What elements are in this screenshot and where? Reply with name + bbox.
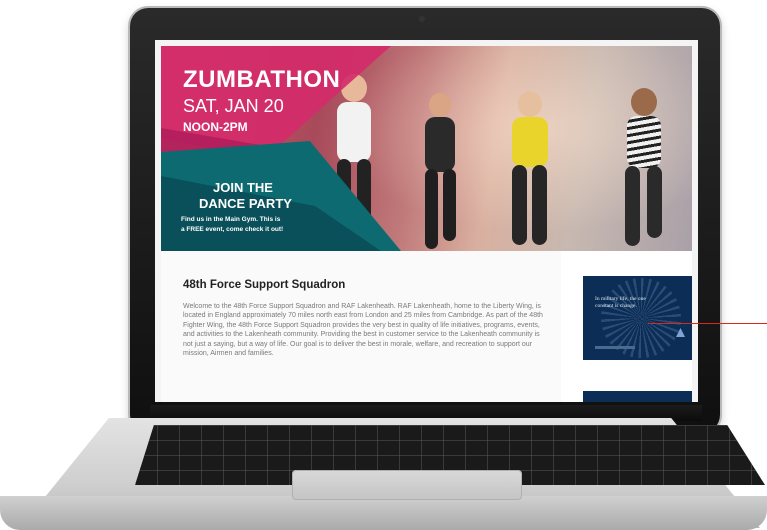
- sidebar-ad-banner-2[interactable]: [583, 391, 692, 402]
- ad-footer-bar: [595, 346, 635, 349]
- trackpad: [292, 470, 522, 500]
- sidebar: In military life, the one constant is ch…: [561, 251, 692, 402]
- hero-find-line1: Find us in the Main Gym. This is: [181, 216, 281, 223]
- hero-join-line1: JOIN THE: [213, 180, 273, 195]
- webcam-icon: [419, 16, 425, 22]
- main-column: 48th Force Support Squadron Welcome to t…: [161, 251, 561, 402]
- hero-banner[interactable]: ZUMBATHON SAT, JAN 20 NOON-2PM JOIN THE …: [161, 46, 692, 251]
- ad-line-2: constant is change.: [595, 303, 637, 309]
- dancer-figure: [496, 61, 566, 251]
- laptop-screen: ZUMBATHON SAT, JAN 20 NOON-2PM JOIN THE …: [155, 40, 698, 402]
- hero-time: NOON-2PM: [183, 120, 248, 134]
- dancer-figure: [611, 66, 681, 251]
- hero-date: SAT, JAN 20: [183, 96, 284, 116]
- laptop-base-front: [0, 496, 767, 530]
- hero-title: ZUMBATHON: [183, 66, 341, 93]
- hero-join-line2: DANCE PARTY: [199, 196, 292, 211]
- callout-pointer-line: [648, 323, 767, 324]
- section-body: Welcome to the 48th Force Support Squadr…: [183, 303, 543, 358]
- web-page: ZUMBATHON SAT, JAN 20 NOON-2PM JOIN THE …: [161, 46, 692, 402]
- sidebar-ad-banner[interactable]: In military life, the one constant is ch…: [583, 276, 692, 360]
- dancer-figure: [411, 71, 471, 251]
- content-area: 48th Force Support Squadron Welcome to t…: [161, 251, 692, 402]
- hero-find-line2: a FREE event, come check it out!: [181, 226, 284, 233]
- section-title: 48th Force Support Squadron: [183, 279, 346, 291]
- ad-line-1: In military life, the one: [595, 296, 646, 302]
